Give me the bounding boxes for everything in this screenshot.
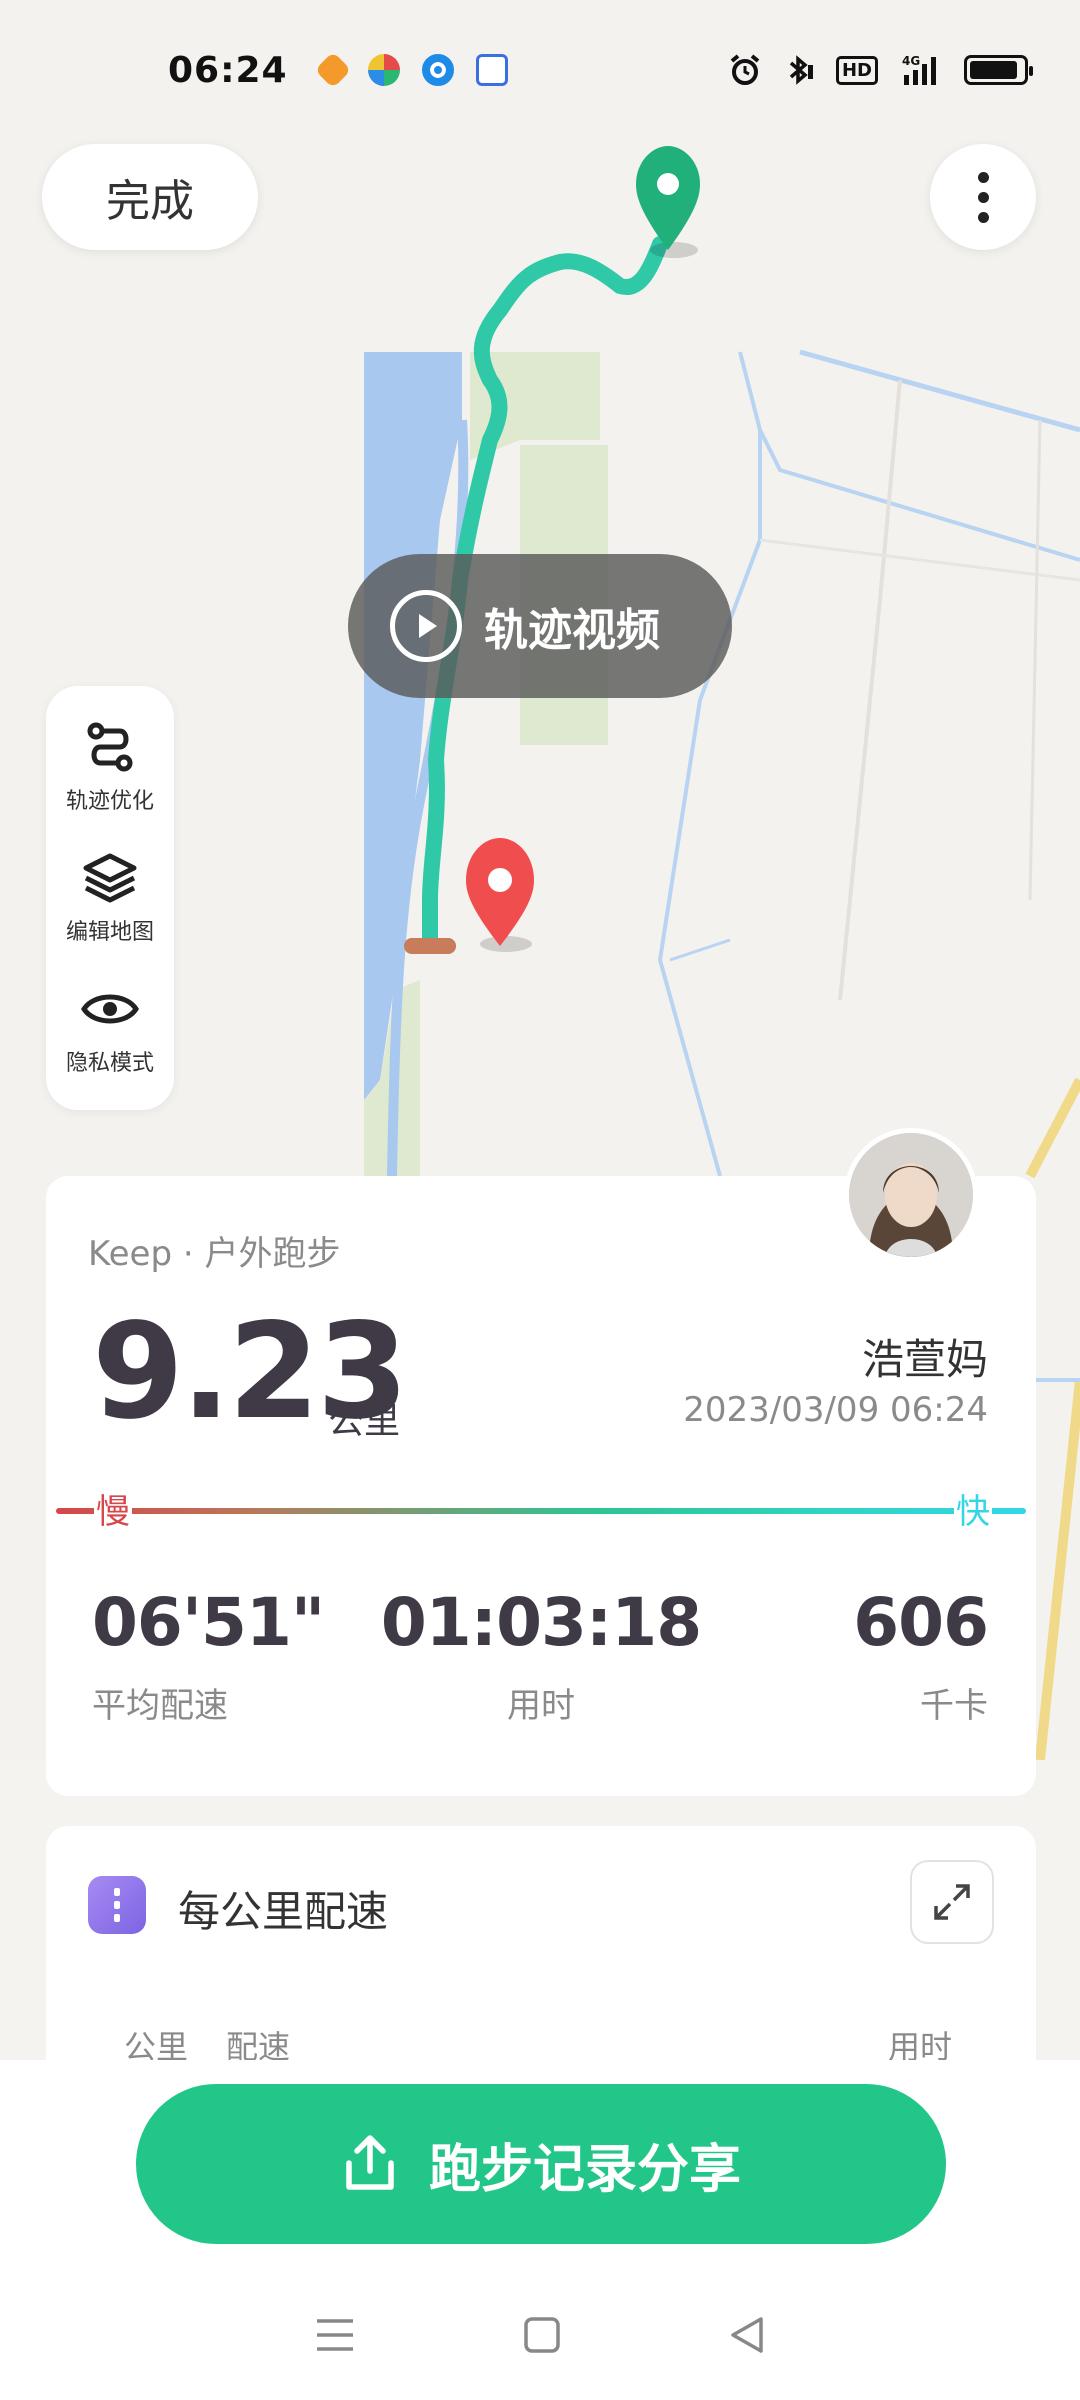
calories-label: 千卡 bbox=[920, 1686, 988, 1726]
heart-app-icon bbox=[314, 51, 351, 89]
more-options-button[interactable] bbox=[930, 144, 1036, 250]
expand-button[interactable] bbox=[910, 1860, 994, 1944]
status-time: 06:24 bbox=[168, 49, 288, 91]
record-date: 2023/03/09 06:24 bbox=[683, 1390, 988, 1430]
status-bar: 06:24 HD 4G bbox=[0, 0, 1080, 140]
signal-4g-icon: 4G bbox=[898, 54, 944, 85]
share-icon bbox=[346, 2135, 394, 2190]
alarm-icon bbox=[728, 54, 762, 85]
fast-label: 快 bbox=[954, 1484, 992, 1533]
home-icon[interactable] bbox=[522, 2315, 562, 2355]
map-tool-panel: 轨迹优化 编辑地图 隐私模式 bbox=[46, 686, 174, 1110]
slow-label: 慢 bbox=[94, 1484, 132, 1533]
distance-unit: 公里 bbox=[328, 1401, 401, 1442]
pace-gradient-bar bbox=[56, 1508, 1026, 1514]
status-right-icons: HD 4G bbox=[728, 54, 1033, 85]
calories-stat: 606 千卡 bbox=[853, 1584, 989, 1727]
battery-icon bbox=[964, 55, 1033, 85]
end-marker-icon bbox=[466, 838, 534, 952]
route-optimize-button[interactable]: 轨迹优化 bbox=[66, 719, 154, 815]
route-optimize-icon bbox=[87, 722, 133, 772]
avatar[interactable] bbox=[844, 1128, 978, 1262]
per-km-title: 每公里配速 bbox=[178, 1887, 389, 1936]
baidu-paw-icon bbox=[475, 54, 508, 86]
circle-app-icon bbox=[367, 54, 400, 86]
tool-label: 轨迹优化 bbox=[65, 789, 154, 815]
system-nav-bar bbox=[0, 2290, 1080, 2380]
start-marker-icon bbox=[636, 146, 700, 258]
run-summary-card: Keep · 户外跑步 9.23 公里 浩萱妈 2023/03/09 06:24… bbox=[46, 1176, 1036, 1796]
edit-map-button[interactable]: 编辑地图 bbox=[66, 850, 154, 946]
blue-dot-app-icon bbox=[421, 54, 454, 86]
calories-value: 606 bbox=[853, 1584, 989, 1661]
avatar-image bbox=[849, 1133, 973, 1257]
status-app-icons bbox=[314, 51, 508, 89]
track-video-label: 轨迹视频 bbox=[484, 605, 660, 656]
share-run-button[interactable]: 跑步记录分享 bbox=[136, 2084, 946, 2244]
tool-label: 编辑地图 bbox=[65, 919, 154, 945]
activity-source: Keep · 户外跑步 bbox=[88, 1234, 341, 1274]
bluetooth-icon bbox=[782, 55, 816, 85]
user-name: 浩萱妈 bbox=[861, 1335, 988, 1384]
back-icon[interactable] bbox=[727, 2315, 767, 2355]
privacy-mode-button[interactable]: 隐私模式 bbox=[66, 981, 154, 1077]
expand-icon bbox=[934, 1884, 970, 1920]
tool-label: 隐私模式 bbox=[65, 1050, 154, 1076]
more-vertical-icon bbox=[977, 171, 989, 183]
menu-icon[interactable] bbox=[313, 2315, 357, 2355]
track-video-button[interactable]: 轨迹视频 bbox=[348, 554, 732, 698]
hd-icon: HD bbox=[835, 55, 878, 85]
svg-text:4G: 4G bbox=[902, 54, 920, 68]
play-icon bbox=[390, 590, 462, 662]
layers-icon bbox=[83, 853, 137, 903]
done-button[interactable]: 完成 bbox=[42, 144, 258, 250]
share-label: 跑步记录分享 bbox=[428, 2139, 741, 2200]
eye-icon bbox=[81, 994, 139, 1023]
pace-list-icon bbox=[88, 1876, 146, 1934]
